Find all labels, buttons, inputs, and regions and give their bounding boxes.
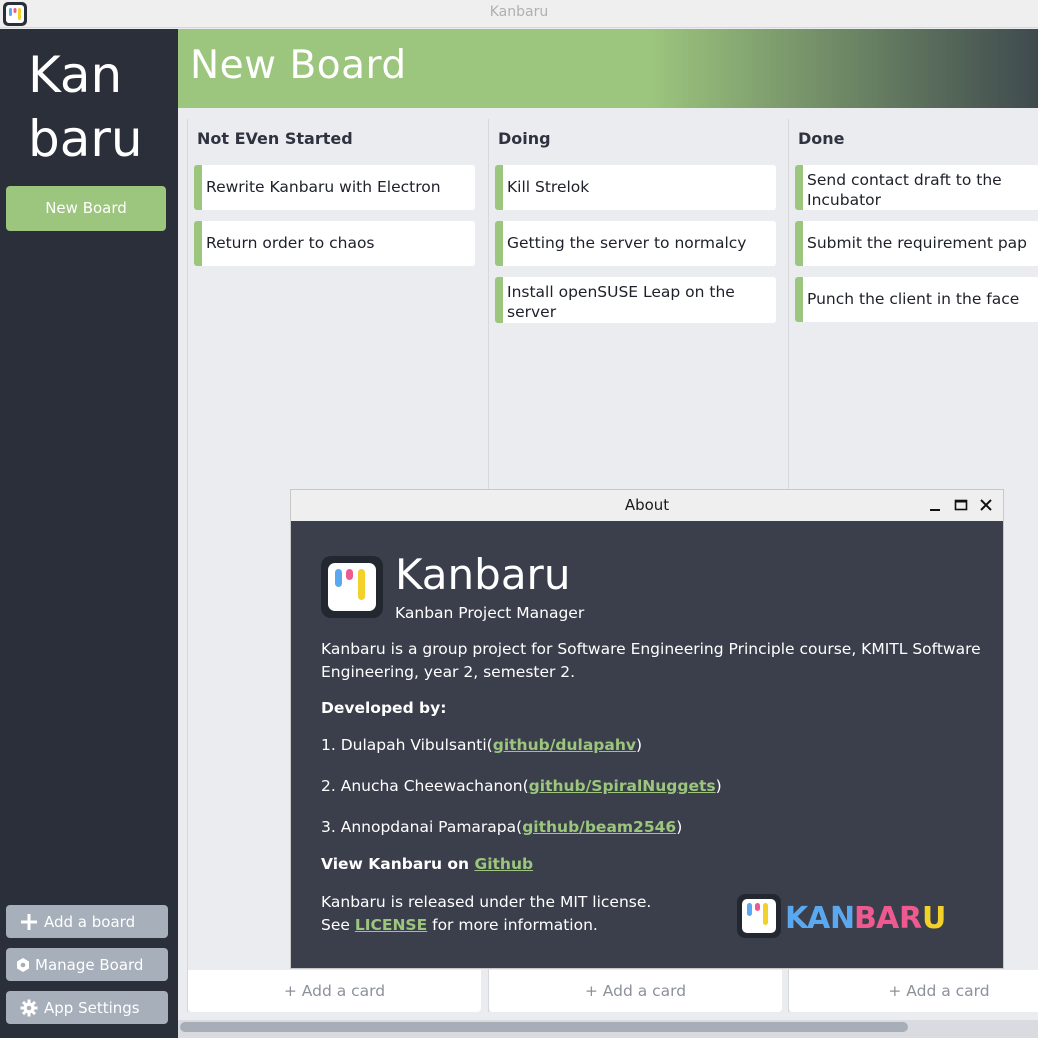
add-board-label: Add a board bbox=[44, 912, 136, 931]
window-titlebar: Kanbaru bbox=[0, 0, 1038, 28]
card-text: Punch the client in the face bbox=[807, 290, 1020, 308]
card[interactable]: Submit the requirement pap bbox=[795, 221, 1038, 266]
add-card-button[interactable]: + Add a card bbox=[789, 970, 1038, 1012]
column-title[interactable]: Doing bbox=[498, 129, 551, 148]
kanbaru-logo-icon bbox=[321, 556, 383, 618]
add-board-button[interactable]: Add a board bbox=[6, 905, 168, 938]
license-line-1: Kanbaru is released under the MIT licens… bbox=[321, 893, 652, 911]
window-title: Kanbaru bbox=[489, 4, 549, 20]
card[interactable]: Punch the client in the face bbox=[795, 277, 1038, 322]
developer-suffix: ) bbox=[715, 777, 722, 795]
column-title[interactable]: Done bbox=[798, 129, 845, 148]
svg-text:A: A bbox=[807, 901, 831, 936]
about-dialog: About Kanbaru Kanban Project Manager Kan… bbox=[291, 490, 1003, 968]
developed-by-heading: Developed by: bbox=[321, 699, 447, 717]
plus-icon bbox=[20, 913, 38, 931]
card-text: Rewrite Kanbaru with Electron bbox=[206, 178, 441, 196]
gear-icon bbox=[20, 999, 38, 1017]
about-titlebar: About bbox=[291, 490, 1003, 521]
svg-text:R: R bbox=[899, 901, 922, 936]
view-on-label: View Kanbaru on bbox=[321, 855, 475, 873]
kanbaru-wordmark-logo: K A N B A R U bbox=[737, 894, 946, 938]
github-link[interactable]: Github bbox=[474, 855, 533, 873]
svg-text:A: A bbox=[876, 901, 900, 936]
card-text: Kill Strelok bbox=[507, 178, 590, 196]
card[interactable]: Rewrite Kanbaru with Electron bbox=[194, 165, 475, 210]
brand-line-2: baru bbox=[28, 110, 143, 168]
license-line-2: See LICENSE for more information. bbox=[321, 914, 598, 937]
app-settings-button[interactable]: App Settings bbox=[6, 991, 168, 1024]
column-title[interactable]: Not EVen Started bbox=[197, 129, 353, 148]
developer-suffix: ) bbox=[635, 736, 643, 754]
card-text: Getting the server to normalcy bbox=[507, 234, 747, 252]
card[interactable]: Kill Strelok bbox=[495, 165, 776, 210]
scrollbar-thumb[interactable] bbox=[180, 1022, 908, 1032]
developer-github-link[interactable]: github/beam2546 bbox=[522, 818, 676, 836]
license-see: See bbox=[321, 916, 355, 934]
manage-board-button[interactable]: Manage Board bbox=[6, 948, 168, 981]
card-text: Install openSUSE Leap on the server bbox=[507, 283, 735, 321]
card[interactable]: Install openSUSE Leap on the server bbox=[495, 277, 776, 323]
developer-name: 2. Anucha Cheewachanon( bbox=[321, 777, 529, 795]
sidebar: Kan baru New Board Add a board Manage Bo… bbox=[0, 29, 178, 1038]
developer-2: 2. Anucha Cheewachanon(github/SpiralNugg… bbox=[321, 775, 722, 798]
card-text: Submit the requirement pap bbox=[807, 234, 1028, 252]
maximize-icon[interactable] bbox=[953, 497, 969, 513]
app-settings-label: App Settings bbox=[44, 998, 140, 1017]
svg-text:N: N bbox=[830, 901, 855, 936]
card-text: Send contact draft to the Incubator bbox=[807, 171, 1002, 209]
close-icon[interactable] bbox=[978, 497, 994, 513]
developer-github-link[interactable]: github/dulapahv bbox=[493, 736, 636, 754]
board-header: New Board bbox=[178, 29, 1038, 108]
about-tagline: Kanban Project Manager bbox=[395, 604, 585, 622]
about-title: About bbox=[624, 496, 670, 514]
brand-line-1: Kan bbox=[28, 46, 123, 104]
about-app-name: Kanbaru bbox=[395, 550, 571, 599]
developer-name: 3. Annopdanai Pamarapa( bbox=[321, 818, 523, 836]
svg-text:B: B bbox=[854, 901, 877, 936]
svg-text:U: U bbox=[922, 901, 946, 936]
about-body: Kanbaru Kanban Project Manager Kanbaru i… bbox=[291, 522, 1003, 968]
manage-board-label: Manage Board bbox=[35, 955, 144, 974]
card[interactable]: Return order to chaos bbox=[194, 221, 475, 266]
view-on-github-line: View Kanbaru on Github bbox=[321, 853, 533, 876]
developer-1: 1. Dulapah Vibulsanti(github/dulapahv) bbox=[321, 734, 642, 757]
license-rest: for more information. bbox=[427, 916, 598, 934]
card-text: Return order to chaos bbox=[206, 234, 375, 252]
developer-suffix: ) bbox=[676, 818, 683, 836]
board-title[interactable]: New Board bbox=[190, 43, 407, 88]
card[interactable]: Getting the server to normalcy bbox=[495, 221, 776, 266]
developer-name: 1. Dulapah Vibulsanti( bbox=[321, 736, 493, 754]
developer-github-link[interactable]: github/SpiralNuggets bbox=[529, 777, 716, 795]
add-card-button[interactable]: + Add a card bbox=[489, 970, 782, 1012]
sidebar-board-new-board[interactable]: New Board bbox=[6, 186, 166, 231]
hexagon-icon bbox=[15, 957, 31, 973]
developer-3: 3. Annopdanai Pamarapa(github/beam2546) bbox=[321, 816, 682, 839]
license-link[interactable]: LICENSE bbox=[355, 916, 427, 934]
about-description: Kanbaru is a group project for Software … bbox=[321, 640, 981, 681]
minimize-icon[interactable] bbox=[927, 497, 943, 513]
card[interactable]: Send contact draft to the Incubator bbox=[795, 165, 1038, 210]
sidebar-brand: Kan baru bbox=[28, 43, 143, 171]
add-card-button[interactable]: + Add a card bbox=[188, 970, 481, 1012]
